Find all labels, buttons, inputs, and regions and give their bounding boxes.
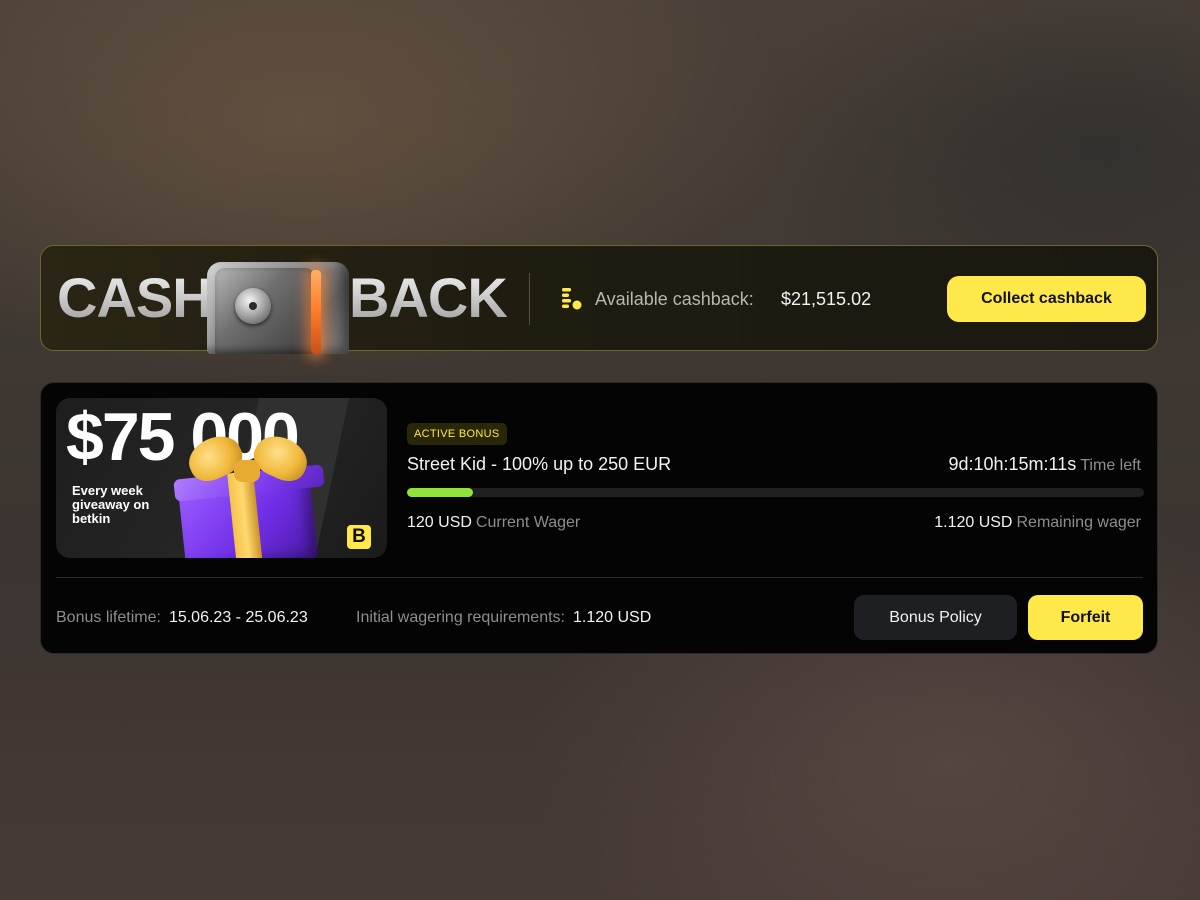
bonus-lifetime: Bonus lifetime: 15.06.23 - 25.06.23: [56, 608, 308, 628]
wager-progress-bar: [407, 488, 1144, 497]
time-left-label: Time left: [1080, 457, 1141, 474]
cashback-card: CASH BACK Available cashback: $21,515.02…: [40, 245, 1158, 354]
bonus-policy-button[interactable]: Bonus Policy: [854, 595, 1017, 640]
collect-cashback-button[interactable]: Collect cashback: [947, 276, 1146, 322]
initial-wagering: Initial wagering requirements: 1.120 USD: [356, 608, 651, 628]
cashback-title-right: BACK: [349, 266, 508, 329]
cashback-title-left: CASH: [57, 266, 213, 329]
cashback-divider: [529, 273, 530, 325]
time-left-value: 9d:10h:15m:11s: [948, 454, 1077, 474]
available-cashback-value: $21,515.02: [781, 289, 872, 309]
bonus-lifetime-value: 15.06.23 - 25.06.23: [168, 609, 308, 626]
brand-logo: B: [347, 525, 371, 549]
bonus-title: Street Kid - 100% up to 250 EUR: [407, 454, 672, 474]
current-wager-label: Current Wager: [475, 514, 581, 531]
bonus-divider: [56, 577, 1143, 578]
active-bonus-badge: ACTIVE BONUS: [407, 423, 507, 445]
safe-icon: [207, 262, 349, 354]
bonus-lifetime-label: Bonus lifetime:: [56, 609, 161, 626]
current-wager: 120 USD Current Wager: [407, 513, 580, 533]
time-left: 9d:10h:15m:11s Time left: [948, 453, 1141, 477]
giveaway-banner[interactable]: $75 000 Every week giveaway on betkin B: [56, 398, 387, 558]
remaining-wager-value: 1.120 USD: [934, 514, 1013, 531]
initial-wagering-label: Initial wagering requirements:: [356, 609, 565, 626]
coins-icon: [562, 288, 582, 310]
forfeit-button[interactable]: Forfeit: [1028, 595, 1143, 640]
remaining-wager-label: Remaining wager: [1016, 514, 1141, 531]
active-bonus-card: $75 000 Every week giveaway on betkin B …: [40, 382, 1158, 654]
gift-box-icon: [164, 428, 334, 558]
available-cashback-label: Available cashback:: [595, 289, 754, 309]
current-wager-value: 120 USD: [407, 514, 472, 531]
initial-wagering-value: 1.120 USD: [573, 609, 652, 626]
remaining-wager: 1.120 USD Remaining wager: [934, 513, 1141, 533]
wager-progress-fill: [407, 488, 474, 497]
